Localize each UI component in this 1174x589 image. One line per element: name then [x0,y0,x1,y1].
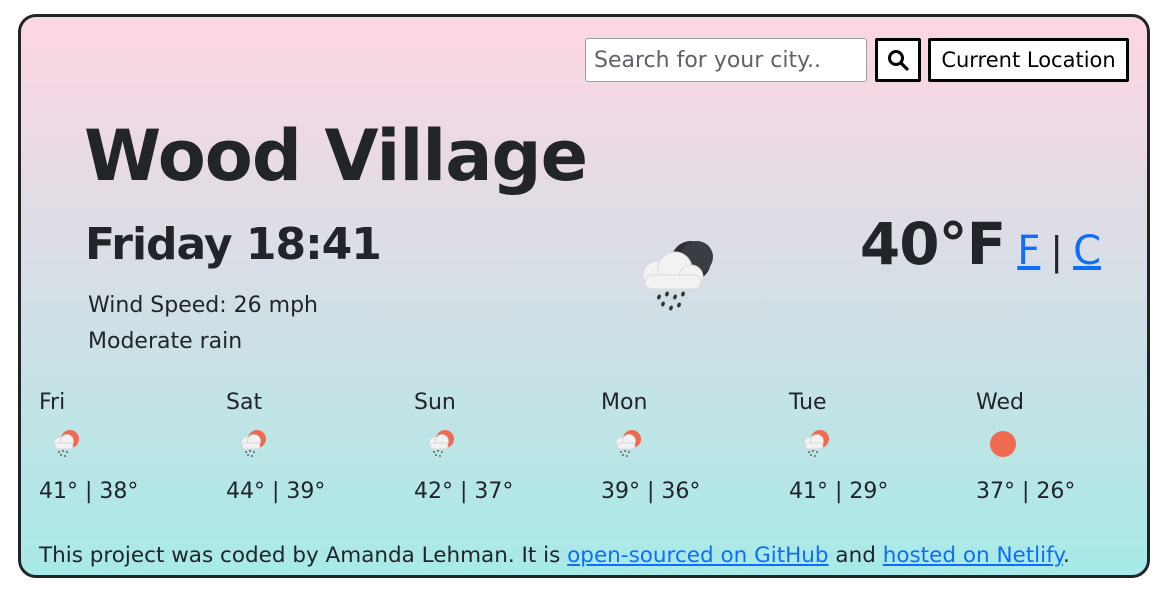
forecast-temps: 39° | 36° [601,479,701,504]
forecast-day-name: Tue [789,390,827,415]
forecast-day: Mon 39° | 36° [601,387,771,505]
fahrenheit-link[interactable]: F [1017,228,1040,274]
footer-text-end: . [1062,543,1070,568]
footer-text-middle: and [828,543,883,568]
forecast-day: Wed 37° | 26° [976,387,1146,505]
forecast-temps: 37° | 26° [976,479,1076,504]
rain-sun-icon [799,427,833,461]
forecast-row: Fri 41° | 38° Sat 44° | 39° Sun 42° | 37… [39,387,1139,517]
rain-cloud-night-icon [633,237,723,317]
forecast-temps: 42° | 37° [414,479,514,504]
forecast-day-name: Wed [976,390,1024,415]
forecast-day: Tue 41° | 29° [789,387,959,505]
city-name: Wood Village [84,115,588,197]
unit-separator: | [1050,229,1064,273]
search-icon [887,49,909,71]
forecast-day-name: Sat [226,390,263,415]
wind-speed: Wind Speed: 26 mph [88,293,318,318]
rain-sun-icon [611,427,645,461]
search-input[interactable] [585,38,867,82]
forecast-temps: 41° | 38° [39,479,139,504]
rain-sun-icon [236,427,270,461]
forecast-temps: 44° | 39° [226,479,326,504]
forecast-day: Fri 41° | 38° [39,387,209,505]
current-location-button[interactable]: Current Location [928,38,1129,82]
rain-sun-icon [424,427,458,461]
forecast-day-name: Mon [601,390,648,415]
rain-sun-icon [49,427,83,461]
current-temperature: 40°F [859,210,1006,278]
weather-description: Moderate rain [88,329,243,354]
netlify-link[interactable]: hosted on Netlify [883,543,1063,568]
current-datetime: Friday 18:41 [85,219,382,270]
sun-icon [986,427,1020,461]
footer-text: This project was coded by Amanda Lehman.… [39,543,568,568]
forecast-temps: 41° | 29° [789,479,889,504]
forecast-day: Sat 44° | 39° [226,387,396,505]
forecast-day-name: Sun [414,390,456,415]
search-button[interactable] [875,38,921,82]
weather-card: Current Location Wood Village Friday 18:… [18,14,1150,578]
temperature-block: 40°F F | C [860,215,1101,274]
celsius-link[interactable]: C [1073,228,1101,274]
footer: This project was coded by Amanda Lehman.… [39,543,1070,568]
github-link[interactable]: open-sourced on GitHub [567,543,828,568]
forecast-day-name: Fri [39,390,66,415]
forecast-day: Sun 42° | 37° [414,387,584,505]
